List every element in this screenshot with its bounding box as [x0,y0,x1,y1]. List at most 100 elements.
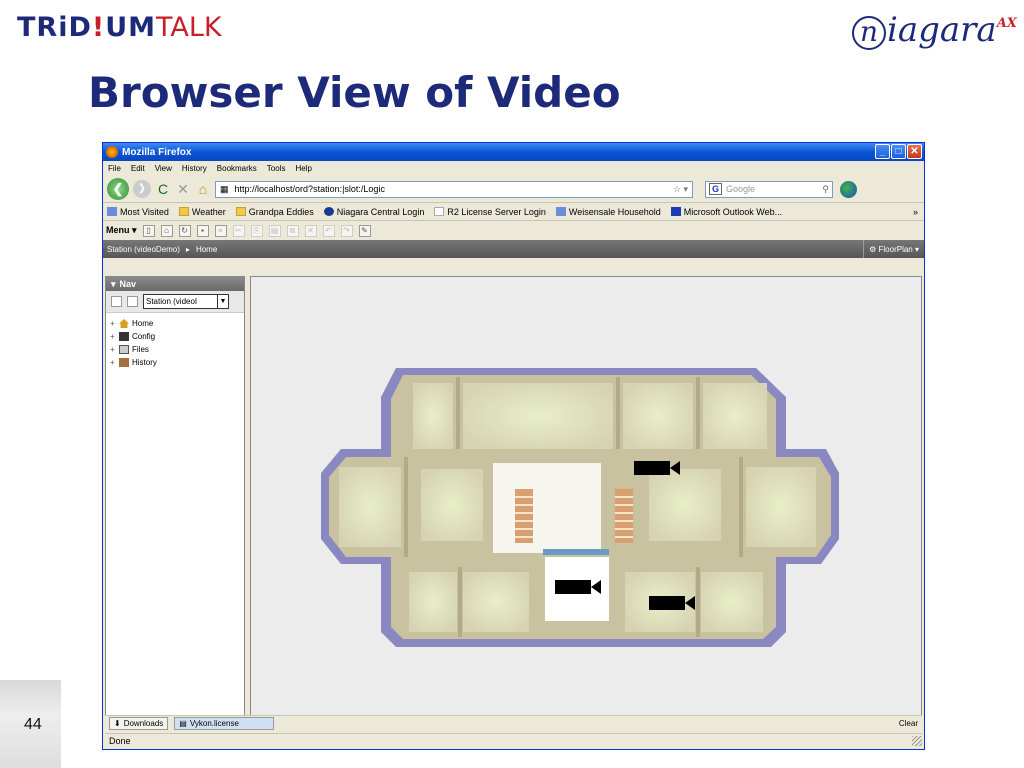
home-icon[interactable]: ⌂ [160,224,173,237]
nav-pane: ▾ Nav Station (videoI ▼ + Home + Config + F… [105,276,245,716]
delete-icon[interactable]: ✕ [304,224,317,237]
close-button[interactable]: ✕ [907,144,922,159]
reload-button[interactable]: C [155,181,171,197]
navigation-toolbar: ❮ ❯ C ✕ ⌂ ▦ http://localhost/ord?station… [103,176,924,202]
bookmarks-toolbar: Most Visited Weather Grandpa Eddies Niag… [103,202,924,220]
site-icon: ▦ [220,183,229,194]
menu-tools[interactable]: Tools [267,164,286,173]
downloads-bar: ⬇ Downloads ▤ Vykon.license Clear [105,715,922,731]
room [703,383,767,449]
expand-icon[interactable]: + [110,332,116,341]
locator-station[interactable]: Station (videoDemo) [107,245,180,254]
home-icon [119,319,129,328]
undo-icon[interactable]: ↶ [322,224,335,237]
bookmarks-overflow-chevron[interactable]: » [913,207,924,217]
back-button[interactable]: ❮ [107,178,129,200]
history-icon [119,358,129,367]
room [746,467,816,547]
room [649,469,721,541]
nav-pane-header[interactable]: ▾ Nav [106,277,244,291]
station-select[interactable]: Station (videoI ▼ [143,294,229,309]
status-bar: Done [105,733,922,748]
workbench-content: ▾ Nav Station (videoI ▼ + Home + Config + F… [105,276,922,716]
expand-icon[interactable]: + [110,319,116,328]
menu-file[interactable]: File [108,164,121,173]
niagara-icon [323,207,334,216]
menu-history[interactable]: History [182,164,207,173]
tree-item-files[interactable]: + Files [110,343,244,356]
edit-view-icon[interactable]: ✎ [358,224,371,237]
menu-view[interactable]: View [155,164,172,173]
refresh-icon[interactable]: ↻ [178,224,191,237]
tree-item-home[interactable]: + Home [110,317,244,330]
downloads-button[interactable]: ⬇ Downloads [109,717,169,730]
bookmark-weather[interactable]: Weather [178,207,226,217]
search-icon[interactable]: ⚲ [822,184,832,195]
redo-icon[interactable]: ↷ [340,224,353,237]
folder-icon [178,207,189,216]
tree-item-history[interactable]: + History [110,356,244,369]
floorplan-graphic [321,368,839,647]
menu-edit[interactable]: Edit [131,164,145,173]
forward-button[interactable]: ❯ [133,180,151,198]
minimize-button[interactable]: _ [875,144,890,159]
download-file-item[interactable]: ▤ Vykon.license [174,717,275,730]
save-all-icon[interactable]: ▫ [214,224,227,237]
bookmark-outlook[interactable]: Microsoft Outlook Web... [670,207,782,217]
corridor [493,463,601,553]
paste-icon[interactable]: ▤ [268,224,281,237]
folder-icon [235,207,246,216]
config-icon [119,332,129,341]
save-icon[interactable]: ▪ [196,224,209,237]
room [421,469,483,541]
duplicate-icon[interactable]: ⧉ [286,224,299,237]
nav-pane-toolbar: Station (videoI ▼ [106,291,244,313]
locator-bar: Station (videoDemo) ▸ Home ⚙ FloorPlan ▾ [103,240,924,258]
expand-icon[interactable]: + [110,345,116,354]
window-title: Mozilla Firefox [122,146,192,158]
tree-item-config[interactable]: + Config [110,330,244,343]
outlook-icon [670,207,681,216]
collapse-icon[interactable]: ▾ [111,279,116,290]
menu-bookmarks[interactable]: Bookmarks [217,164,257,173]
workbench-menu-button[interactable]: Menu ▾ [106,225,137,236]
home-button[interactable]: ⌂ [195,181,211,197]
window-titlebar[interactable]: Mozilla Firefox _ □ ✕ [103,143,924,161]
expand-icon[interactable]: + [110,358,116,367]
stairs-left [515,489,533,543]
search-box[interactable]: G Google ⚲ [705,180,833,198]
bookmark-star-icon[interactable]: ☆ ▾ [673,184,692,195]
bookmark-grandpa-eddies[interactable]: Grandpa Eddies [235,207,314,217]
maximize-button[interactable]: □ [891,144,906,159]
firefox-icon [106,146,118,158]
room [339,467,401,547]
clear-downloads-button[interactable]: Clear [899,719,922,728]
menu-help[interactable]: Help [295,164,311,173]
slide: TRiD!UMTALK n iagaraAX Browser View of Vi… [0,0,1024,768]
bookmark-most-visited[interactable]: Most Visited [107,207,169,217]
bookmark-weisensale[interactable]: Weisensale Household [555,207,661,217]
bookmark-niagara-central[interactable]: Niagara Central Login [323,207,424,217]
google-engine-icon[interactable]: G [709,183,723,195]
room [463,572,529,632]
search-input[interactable]: Google [726,184,755,194]
cut-icon[interactable]: ✂ [232,224,245,237]
globe-icon[interactable] [840,180,857,198]
nav-pane-title: Nav [119,279,137,289]
copy-icon[interactable]: ⎘ [250,224,263,237]
close-tree-icon[interactable] [127,296,138,307]
firefox-window: Mozilla Firefox _ □ ✕ File Edit View His… [102,142,925,750]
page-icon [434,207,445,216]
url-bar[interactable]: ▦ http://localhost/ord?station:|slot:/Lo… [215,180,693,198]
view-selector[interactable]: ⚙ FloorPlan ▾ [863,240,924,258]
room [463,383,613,449]
resize-grip-icon[interactable] [912,736,922,746]
side-bar-icon[interactable]: ▯ [142,224,155,237]
locator-home[interactable]: Home [196,245,217,254]
bookmark-r2-license[interactable]: R2 License Server Login [434,207,546,217]
most-visited-icon [107,207,117,216]
chevron-down-icon[interactable]: ▼ [217,295,228,308]
new-icon[interactable] [111,296,122,307]
stop-button[interactable]: ✕ [175,181,191,198]
niagara-ax-logo: n iagaraAX [852,10,1017,50]
